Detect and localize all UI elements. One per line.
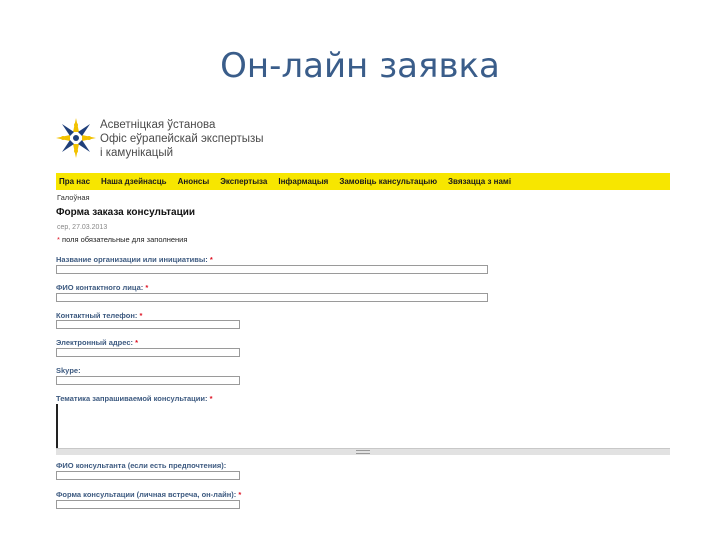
contact-name-label: ФИО контактного лица: * <box>56 283 148 292</box>
skype-label: Skype: <box>56 366 81 375</box>
email-label-text: Электронный адрес: <box>56 338 133 347</box>
consultation-form-label: Форма консультации (личная встреча, он-л… <box>56 490 241 499</box>
consultation-form-label-text: Форма консультации (личная встреча, он-л… <box>56 490 237 499</box>
logo-text: Асветніцкая ўстанова Офіс еўрапейскай эк… <box>100 118 264 160</box>
contact-name-input[interactable] <box>56 293 488 302</box>
logo-star-icon <box>56 118 96 158</box>
required-mark: * <box>238 490 242 499</box>
nav-item-order-consultation[interactable]: Замовіць кансультацыю <box>334 177 443 186</box>
logo-line-2: Офіс еўрапейскай экспертызы <box>100 133 264 145</box>
nav-item-information[interactable]: Інфармацыя <box>273 177 334 186</box>
phone-input[interactable] <box>56 320 240 329</box>
nav-item-expertise[interactable]: Экспертыза <box>215 177 273 186</box>
breadcrumb[interactable]: Галоўная <box>57 193 90 202</box>
required-note-text: поля обязательные для заполнения <box>62 235 188 244</box>
skype-input[interactable] <box>56 376 240 385</box>
nav-item-activity[interactable]: Наша дзейнасць <box>96 177 173 186</box>
site-logo[interactable]: Асветніцкая ўстанова Офіс еўрапейскай эк… <box>56 116 276 166</box>
logo-line-3: і камунікацый <box>100 147 174 159</box>
required-mark: * <box>57 235 60 244</box>
phone-label: Контактный телефон: * <box>56 311 142 320</box>
topic-label-text: Тематика запрашиваемой консультации: <box>56 394 208 403</box>
required-mark: * <box>139 311 143 320</box>
org-name-label-text: Название организации или инициативы: <box>56 255 208 264</box>
nav-item-contact[interactable]: Звязацца з намі <box>443 177 517 186</box>
nav-item-announcements[interactable]: Анонсы <box>173 177 216 186</box>
required-mark: * <box>135 338 139 347</box>
org-name-input[interactable] <box>56 265 488 274</box>
phone-label-text: Контактный телефон: <box>56 311 138 320</box>
consultant-input[interactable] <box>56 471 240 480</box>
org-name-label: Название организации или инициативы: * <box>56 255 213 264</box>
form-meta: сер, 27.03.2013 <box>57 224 108 231</box>
textarea-resize-handle[interactable] <box>56 448 670 455</box>
consultation-form-input[interactable] <box>56 500 240 509</box>
skype-label-text: Skype: <box>56 366 81 375</box>
main-nav: Пра нас Наша дзейнасць Анонсы Экспертыза… <box>56 173 670 190</box>
required-mark: * <box>209 394 213 403</box>
topic-label: Тематика запрашиваемой консультации: * <box>56 394 213 403</box>
consultant-label: ФИО консультанта (если есть предпочтения… <box>56 461 226 470</box>
consultant-label-text: ФИО консультанта (если есть предпочтения… <box>56 461 227 470</box>
nav-item-about[interactable]: Пра нас <box>56 177 96 186</box>
required-mark: * <box>209 255 213 264</box>
logo-line-1: Асветніцкая ўстанова <box>100 119 216 131</box>
contact-name-label-text: ФИО контактного лица: <box>56 283 144 292</box>
form-title: Форма заказа консультации <box>56 207 196 218</box>
required-note: * поля обязательные для заполнения <box>57 235 187 244</box>
email-input[interactable] <box>56 348 240 357</box>
topic-textarea[interactable] <box>56 404 670 448</box>
email-label: Электронный адрес: * <box>56 338 138 347</box>
slide-title: Он-лайн заявка <box>220 46 500 86</box>
grip-icon <box>356 450 370 454</box>
required-mark: * <box>145 283 149 292</box>
